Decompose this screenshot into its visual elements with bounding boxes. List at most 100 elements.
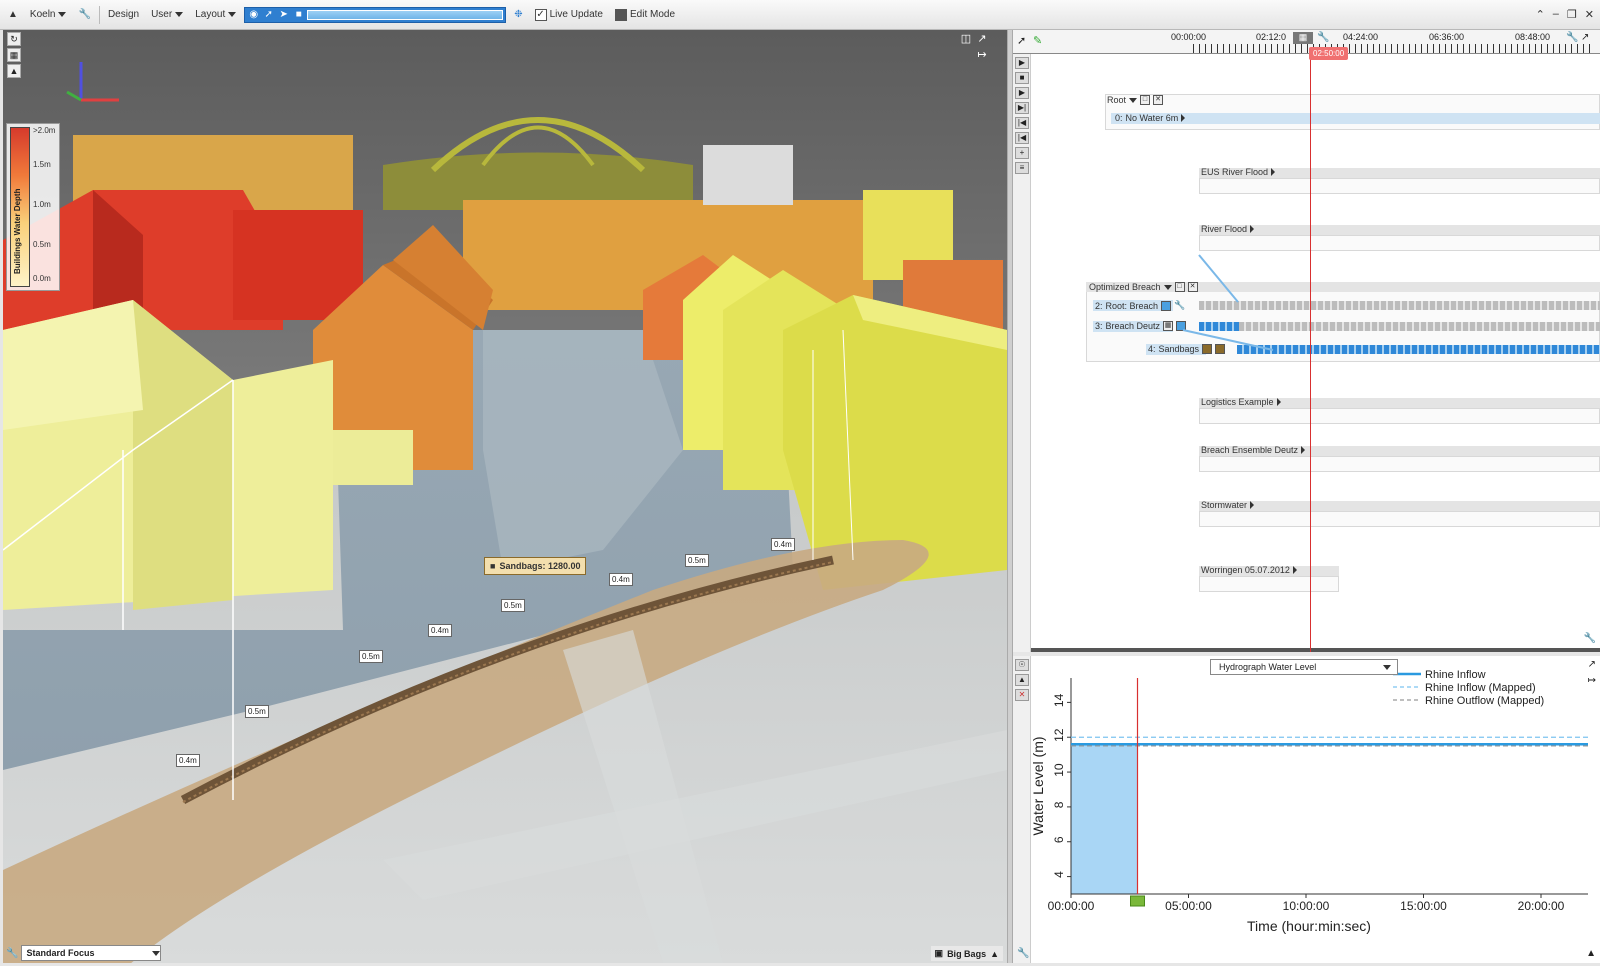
simulation-progress[interactable]: ◉ ➚ ➤ ■ [244,6,507,23]
water-fill-area [1071,744,1138,894]
depth-marker[interactable]: 0.4m [428,624,452,637]
popout-icon[interactable]: ↗ [1588,659,1596,670]
playhead-time[interactable]: 02:50:00 [1309,47,1349,60]
play-icon[interactable]: ➤ [277,9,290,21]
legend-label: Rhine Outflow (Mapped) [1425,695,1544,707]
chart-selector-value: Hydrograph Water Level [1219,662,1317,672]
chevron-down-icon [228,12,237,17]
scenario-label: Stormwater [1201,500,1248,510]
y-tick-label: 8 [1052,801,1066,808]
export-icon[interactable]: ↦ [975,48,989,62]
popout-icon[interactable]: ↗ [975,32,989,46]
rotate-icon[interactable]: ↻ [7,32,21,46]
depth-marker[interactable]: 0.4m [771,538,795,551]
scenario-body [1199,456,1600,472]
app-window: ▲ Koeln 🔧 Design User Layout ◉ ➚ ➤ ■ ❉ ✓… [0,0,1600,966]
wrench-icon[interactable]: 🔧 [1584,633,1596,644]
depth-marker[interactable]: 0.5m [501,599,525,612]
3d-viewport[interactable]: ↻ ▦ ▲ ◫ ↗ ↦ Buildings Water Depth >2.0m … [3,30,1007,963]
x-tick-label: 15:00:00 [1400,899,1447,913]
y-tick-label: 4 [1052,871,1066,878]
object-indicator[interactable]: ▣ Big Bags ▲ [930,946,1003,961]
depth-marker[interactable]: 0.4m [176,754,200,767]
chart-selector[interactable]: Hydrograph Water Level [1210,659,1398,675]
terrain-icon[interactable]: ▲ [1015,674,1029,686]
depth-marker[interactable]: 0.4m [609,573,633,586]
depth-marker[interactable]: 0.5m [685,554,709,567]
user-menu[interactable]: User [147,4,187,26]
design-menu[interactable]: Design [104,4,143,26]
globe-icon[interactable]: ◉ [247,9,260,21]
scenario-lane[interactable] [1199,501,1600,511]
scenario-header[interactable]: Worringen 05.07.2012 [1201,565,1297,575]
x-tick-label: 05:00:00 [1165,899,1212,913]
layout-menu[interactable]: Layout [191,4,240,26]
scenario-label: Logistics Example [1201,397,1274,407]
scenario-header[interactable]: Logistics Example [1201,397,1281,407]
grid-icon[interactable]: ▦ [7,48,21,62]
y-axis-label: Water Level (m) [1030,736,1046,835]
city-scene [3,30,1007,963]
live-update-label: Live Update [549,9,603,20]
expand-icon[interactable] [1292,566,1297,574]
x-tick-label: 00:00:00 [1048,899,1095,913]
close-icon[interactable]: ✕ [1585,8,1594,21]
remove-icon[interactable]: ✕ [1015,689,1029,701]
x-tick-label: 20:00:00 [1518,899,1565,913]
window-controls: ⌃ – ❐ ✕ [1536,8,1594,21]
live-update-checkbox[interactable]: ✓ [534,8,547,21]
scenario-body [1199,576,1339,592]
depth-marker[interactable]: 0.5m [359,650,383,663]
minimize-icon[interactable]: – [1553,8,1559,21]
project-label: Koeln [29,9,56,20]
live-update-toggle[interactable]: ✓ Live Update [531,4,607,26]
y-tick-label: 14 [1052,693,1066,707]
camera-icon[interactable]: ◫ [959,32,973,46]
legend-tick: 1.0m [33,200,51,209]
dependency-links [1182,254,1274,351]
legend-tick: >2.0m [33,126,56,135]
export-icon[interactable]: ↦ [1588,675,1596,686]
scenario-header[interactable]: Stormwater [1201,500,1255,510]
expand-icon[interactable] [1276,398,1281,406]
y-tick-label: 12 [1052,728,1066,742]
object-label: Big Bags [947,948,987,959]
playhead-line[interactable] [1310,52,1311,652]
terrain-icon[interactable]: ▲ [7,64,21,78]
depth-marker[interactable]: 0.5m [245,705,269,718]
chart-tools: ☉ ▲ ✕ [1013,656,1031,963]
wrench-icon[interactable]: 🔧 [74,4,94,26]
hydrograph-panel: 4 6 8 10 12 14 00:00:00 05:00:00 10:00:00 15:00:0… [1013,656,1600,963]
chevron-down-icon [58,12,67,17]
expand-icon[interactable] [1250,501,1255,509]
scenario-label: Breach Ensemble Deutz [1201,445,1299,455]
legend-label: Rhine Inflow (Mapped) [1425,682,1536,694]
wand-icon[interactable]: ➚ [262,9,275,21]
sandbag-icon: ■ [490,561,496,571]
restore-icon[interactable]: ❐ [1567,8,1577,21]
x-tick-label: 10:00:00 [1283,899,1330,913]
app-logo-icon[interactable]: ▲ [4,4,22,26]
chevron-up-icon[interactable]: ▲ [1586,948,1596,959]
focus-dropdown[interactable]: Standard Focus [21,945,162,961]
edit-mode-checkbox[interactable] [615,8,627,21]
scenario-body [1199,408,1600,424]
legend-label: Rhine Inflow [1425,669,1486,681]
wrench-icon[interactable]: 🔧 [6,948,18,959]
scenario-label: Worringen 05.07.2012 [1201,565,1290,575]
expand-icon[interactable] [1301,446,1306,454]
settings-gear-icon[interactable]: ❉ [510,4,526,26]
stop-icon[interactable]: ■ [292,9,305,21]
project-menu[interactable]: Koeln [26,4,71,26]
pin-icon[interactable]: ☉ [1015,659,1029,671]
wrench-icon[interactable]: 🔧 [1017,948,1029,959]
edit-mode-toggle[interactable]: Edit Mode [611,4,679,26]
scenario-header[interactable]: Breach Ensemble Deutz [1201,445,1306,455]
edit-mode-label: Edit Mode [630,9,676,20]
chevron-up-icon[interactable]: ▲ [990,949,999,959]
collapse-icon[interactable]: ⌃ [1536,8,1545,21]
y-tick-label: 10 [1052,763,1066,777]
legend-title: Buildings Water Depth [13,188,22,274]
water-depth-legend: Buildings Water Depth >2.0m 1.5m 1.0m 0.… [6,123,60,291]
legend-tick: 0.5m [33,240,51,249]
